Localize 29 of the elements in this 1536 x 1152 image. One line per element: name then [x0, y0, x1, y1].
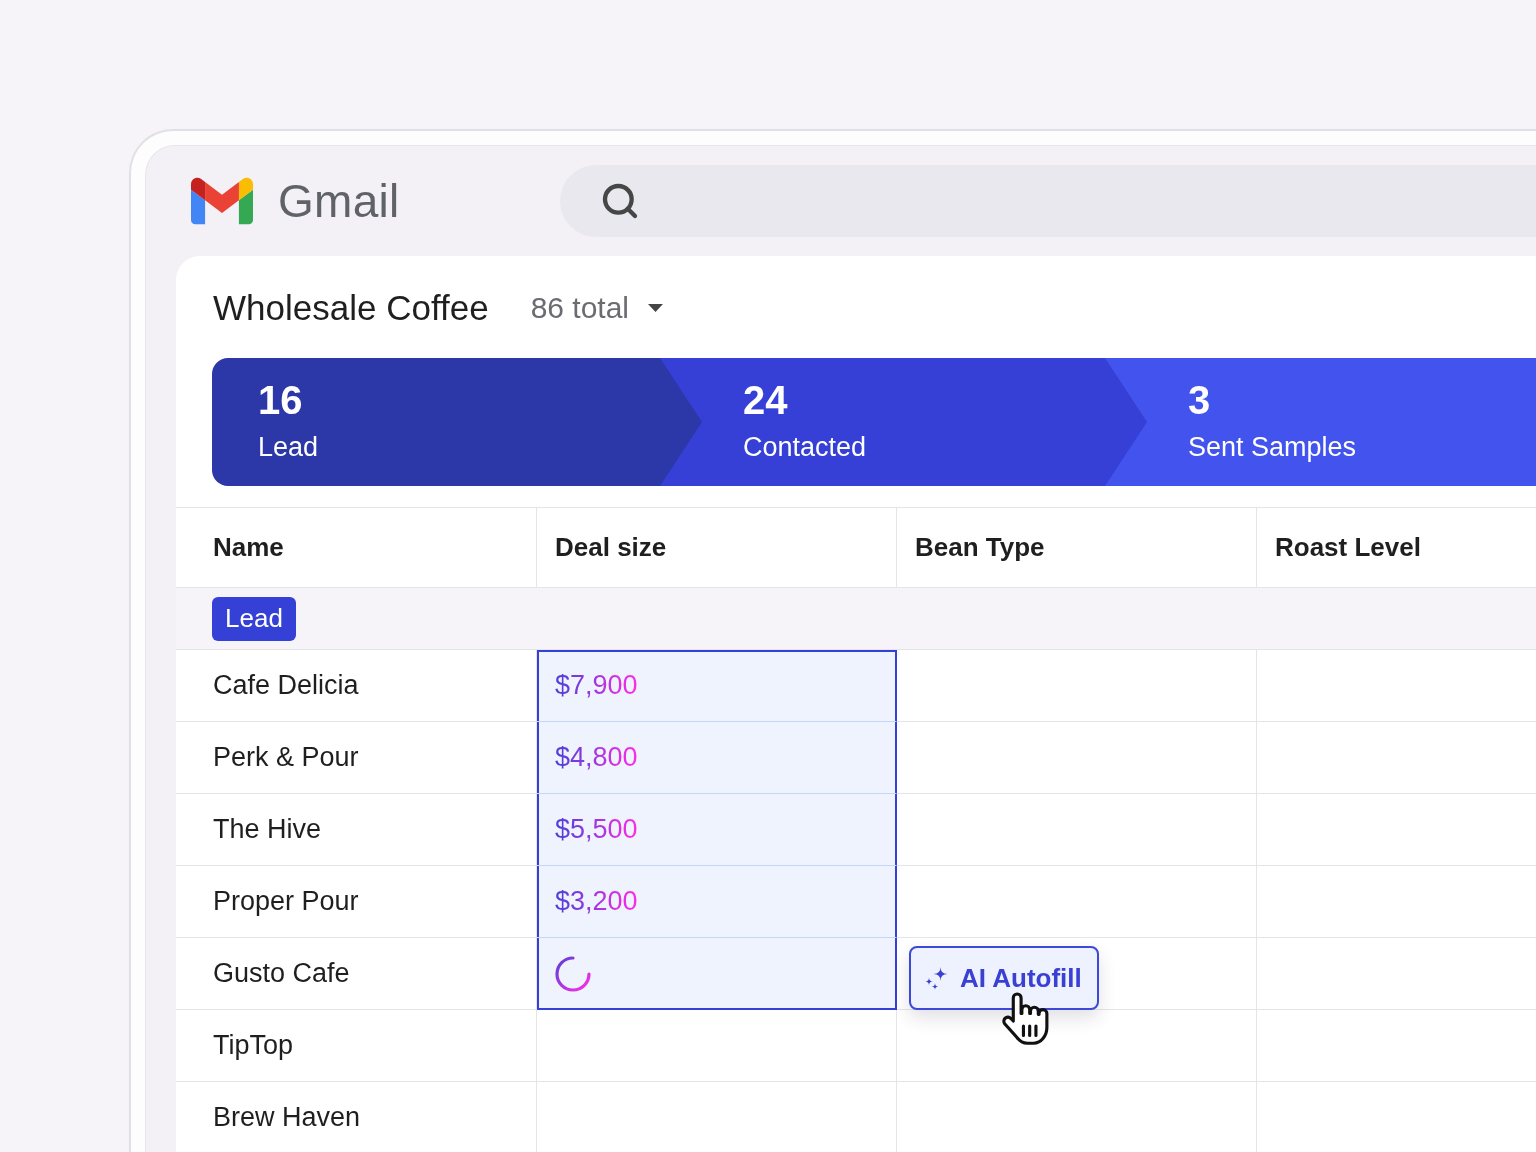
table-cell: TipTop	[176, 1010, 537, 1082]
caret-down-icon	[648, 304, 664, 312]
table-cell: $4,800	[537, 722, 897, 794]
table-cell: $3,200	[537, 866, 897, 938]
ai-autofill-button[interactable]: AI Autofill	[909, 946, 1099, 1010]
search-field[interactable]	[560, 165, 1536, 237]
table-cell: Perk & Pour	[176, 722, 537, 794]
stage-label: Sent Samples	[1188, 431, 1357, 464]
group-label: Lead	[212, 596, 296, 641]
table-cell: Gusto Cafe	[176, 938, 537, 1010]
view-title: Wholesale Coffee	[213, 287, 489, 329]
pipeline-stage[interactable]: 24 Contacted	[660, 358, 1147, 486]
pipeline-stage[interactable]: 3 Sent Samples	[1105, 358, 1536, 486]
search-icon	[600, 181, 640, 221]
table-cell: Cafe Delicia	[176, 650, 537, 722]
hand-cursor-icon	[1000, 990, 1050, 1048]
stage-label: Contacted	[743, 431, 867, 464]
total-dropdown[interactable]: 86 total	[530, 288, 664, 328]
stage-count: 16	[258, 380, 303, 420]
pipeline-stage[interactable]: 16 Lead	[212, 358, 702, 486]
app-name: Gmail	[278, 178, 400, 224]
table-cell: Proper Pour	[176, 866, 537, 938]
stage-count: 24	[743, 380, 788, 420]
stage-count: 3	[1188, 380, 1211, 420]
mail-logo-icon	[191, 177, 253, 225]
table-cell: $7,900	[537, 650, 897, 722]
stage-label: Lead	[258, 431, 319, 464]
table-cell: The Hive	[176, 794, 537, 866]
table-cell: $5,500	[537, 794, 897, 866]
